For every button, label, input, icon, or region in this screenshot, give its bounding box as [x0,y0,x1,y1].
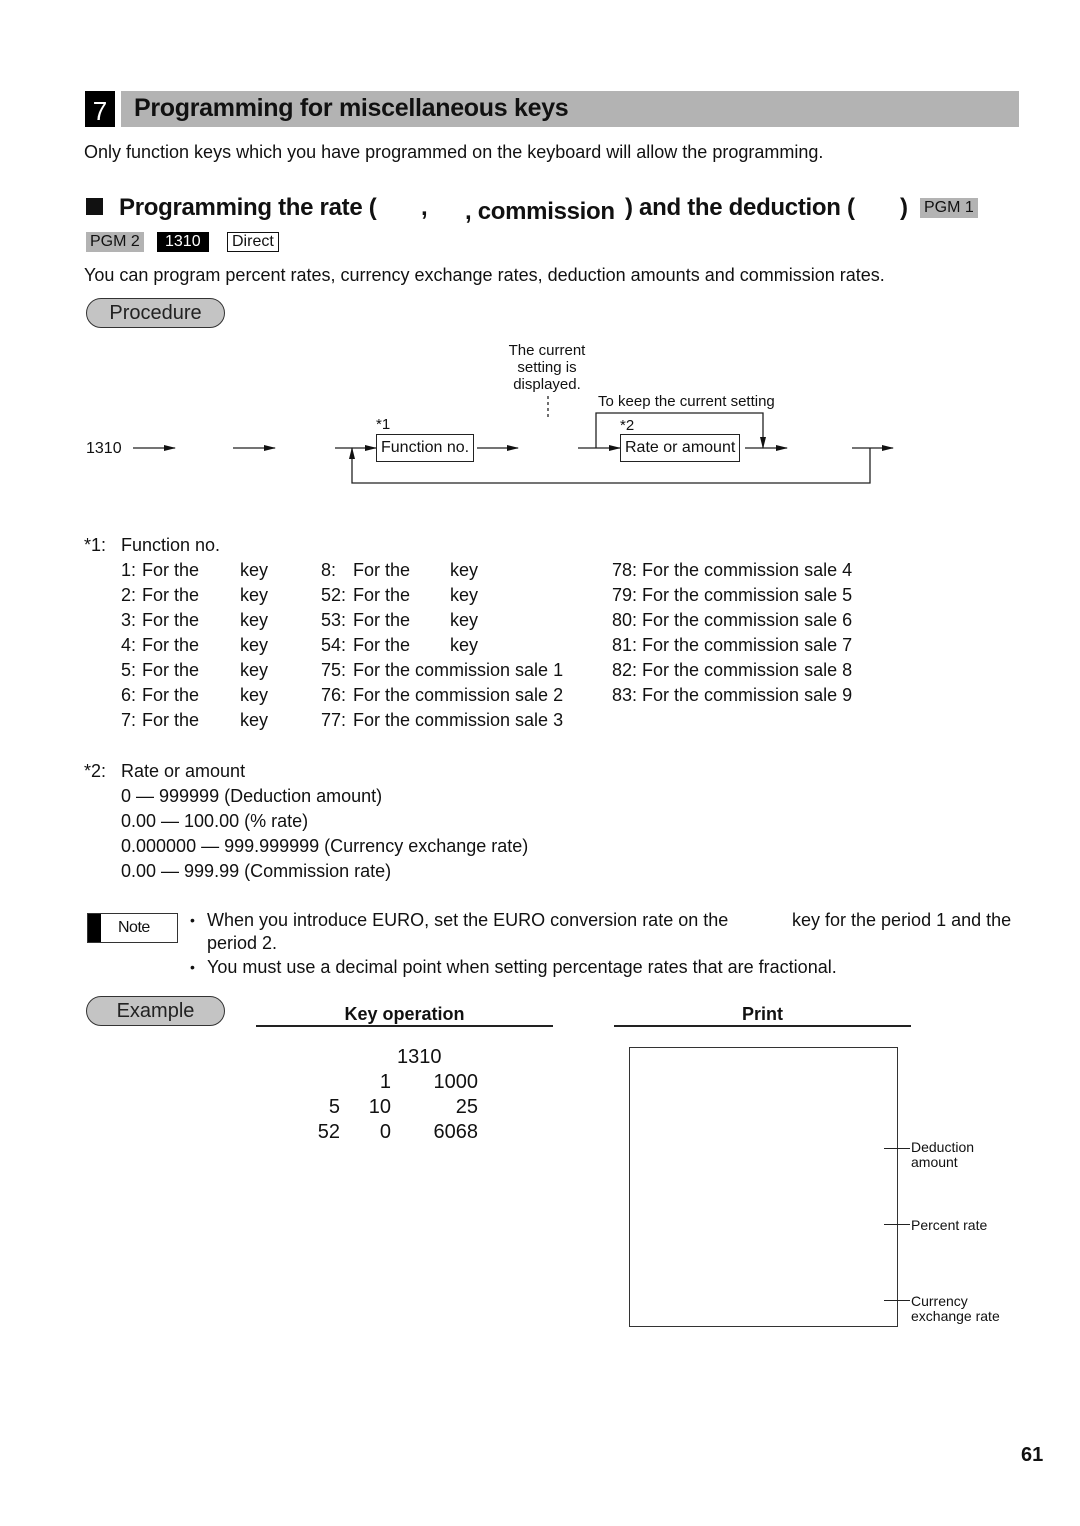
function-item-key: key [240,610,269,630]
function-item-key: key [240,585,269,605]
function-item: 79: For the commission sale 5 [612,585,853,605]
page-number: 61 [1021,1444,1044,1466]
function-item-text: For the commission sale 3 [353,710,564,730]
annotation-current-setting: The current setting is displayed. [508,342,586,393]
function-item: 81: For the commission sale 7 [612,635,853,655]
range-deduction: 0 — 999999 (Deduction amount) [121,786,383,806]
key-operation-header: Key operation [344,1004,465,1024]
function-item-key: key [240,710,269,730]
annotation-keep-setting: To keep the current setting [598,393,775,410]
receipt-print-area [629,1047,898,1327]
footnote1-title: Function no. [121,535,221,555]
key-operation-entry: 1 [379,1071,391,1093]
function-item-text: For the [142,635,200,655]
function-item-number: 77: [321,710,347,730]
range-currency: 0.000000 — 999.999999 (Currency exchange… [121,836,529,856]
note-label-box: Note [87,913,178,943]
marker-1: *1 [376,416,391,433]
rate-or-amount-box: Rate or amount [620,434,741,462]
function-item-key: key [240,685,269,705]
function-item-text: For the commission sale 1 [353,660,564,680]
function-item: 82: For the commission sale 8 [612,660,853,680]
function-item-key: key [450,560,479,580]
function-item-number: 52: [321,585,347,605]
function-item-key: key [240,660,269,680]
key-operation-entry: 0 [379,1121,391,1143]
function-item-text: For the commission sale 2 [353,685,564,705]
function-item-text: For the [353,635,411,655]
callout-tick-percent [884,1224,910,1226]
key-operation-entry: 1310 [397,1046,442,1068]
function-item-key: key [240,635,269,655]
function-item-number: 8: [321,560,337,580]
function-item: 80: For the commission sale 6 [612,610,853,630]
print-header: Print [741,1004,783,1024]
function-item: 78: For the commission sale 4 [612,560,853,580]
callout-tick-currency [884,1300,910,1302]
function-item-number: 1: [121,560,137,580]
function-item-text: For the [142,710,200,730]
function-item: 83: For the commission sale 9 [612,685,853,705]
function-item-number: 7: [121,710,137,730]
note-1-line1b: key for the period 1 and the [792,910,1012,930]
function-item-text: For the [142,585,200,605]
function-item-text: For the [142,610,200,630]
function-item-text: For the [142,560,200,580]
note-1-line2: period 2. [207,933,278,953]
key-operation-entry: 25 [455,1096,478,1118]
footnote1-marker: *1: [84,535,107,555]
function-item-key: key [450,635,479,655]
function-item-number: 53: [321,610,347,630]
footnote2-title: Rate or amount [121,761,246,781]
example-label: Example [86,996,225,1026]
function-item-text: For the [353,585,411,605]
callout-tick-deduction [884,1148,910,1150]
note-bullet-1: • [190,912,195,928]
key-operation-rule [256,1025,553,1027]
note-bar [88,914,101,942]
function-item-key: key [450,585,479,605]
function-item-number: 75: [321,660,347,680]
function-item-number: 2: [121,585,137,605]
key-operation-entry: 52 [317,1121,340,1143]
range-percent: 0.00 — 100.00 (% rate) [121,811,309,831]
note-1-line1a: When you introduce EURO, set the EURO co… [207,910,729,930]
function-item-number: 54: [321,635,347,655]
function-item-text: For the [353,560,411,580]
callout-currency-exchange-rate: Currency exchange rate [911,1293,1000,1324]
key-operation-entry: 10 [368,1096,391,1118]
function-item-number: 4: [121,635,137,655]
key-operation-entry: 5 [328,1096,340,1118]
function-item-number: 6: [121,685,137,705]
function-item-text: For the [353,610,411,630]
note-label: Note [118,919,150,936]
function-no-box: Function no. [376,434,475,462]
footnote2-marker: *2: [84,761,107,781]
key-operation-entry: 1000 [433,1071,479,1093]
procedure-flow-lines [133,396,894,484]
note-bullet-2: • [190,959,195,975]
print-rule [614,1025,911,1027]
callout-percent-rate: Percent rate [911,1217,988,1233]
function-item-number: 5: [121,660,137,680]
function-item-key: key [240,560,269,580]
function-item-number: 76: [321,685,347,705]
function-item-key: key [450,610,479,630]
marker-2: *2 [620,417,635,434]
note-2-line1: You must use a decimal point when settin… [207,957,837,977]
function-item-text: For the [142,660,200,680]
range-commission: 0.00 — 999.99 (Commission rate) [121,861,392,881]
key-operation-entry: 6068 [433,1121,479,1143]
function-item-number: 3: [121,610,137,630]
function-item-text: For the [142,685,200,705]
callout-deduction-amount: Deduction amount [911,1139,975,1170]
procedure-start-code: 1310 [86,440,122,457]
